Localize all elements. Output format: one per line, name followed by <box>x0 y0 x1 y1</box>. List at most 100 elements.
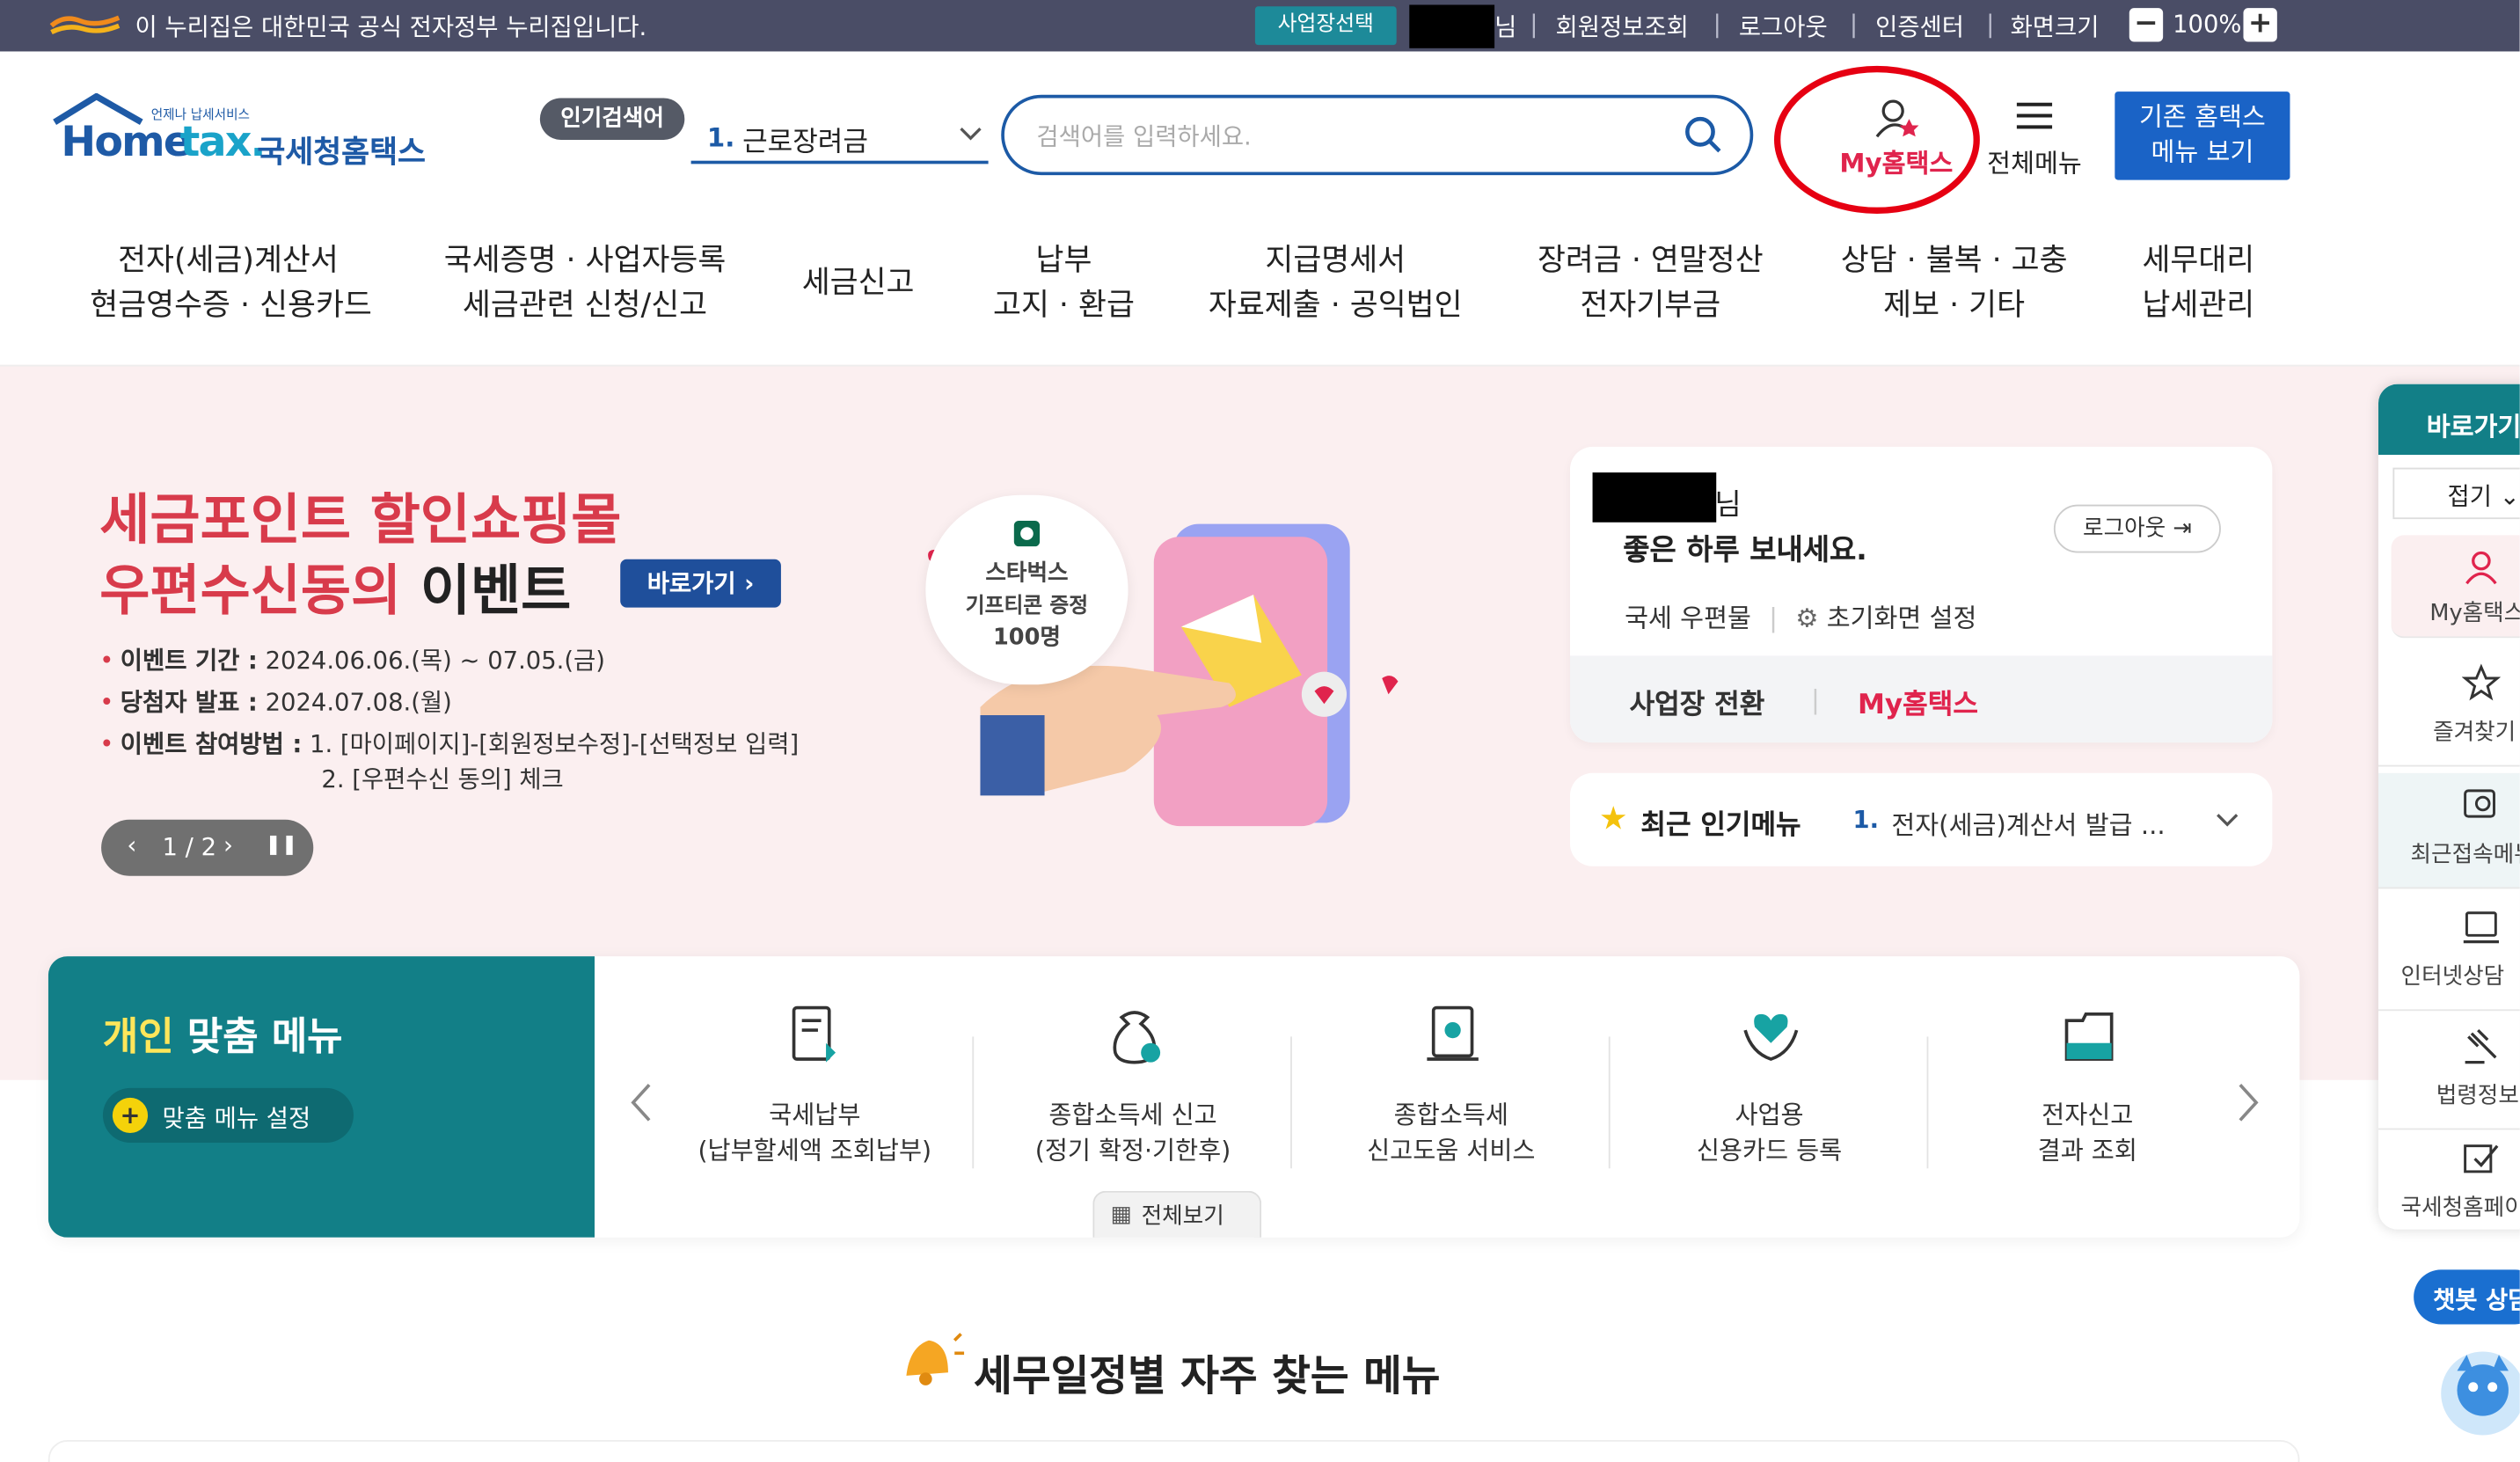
banner-title-line2: 우편수신동의 이벤트 <box>99 546 571 625</box>
chevron-left-icon[interactable] <box>630 1082 653 1124</box>
coffee-cup-icon <box>1013 520 1041 547</box>
quick-label: 법령정보 <box>2436 1083 2519 1109</box>
all-menu-button[interactable]: 전체메뉴 <box>1980 97 2089 180</box>
menu-business-card[interactable]: 사업용 신용카드 등록 <box>1611 1005 1929 1181</box>
quick-item-consult[interactable]: 인터넷상담 <box>2378 895 2520 1012</box>
chevron-down-icon: ⌄ <box>2499 482 2520 511</box>
recent-search-icon <box>2464 789 2495 818</box>
banner-pager: ‹ 1 / 2 › ❚❚ <box>101 819 314 876</box>
menu-income-tax[interactable]: 종합소득세 신고 (정기 확정·기한후) <box>974 1005 1292 1181</box>
hometax-logo[interactable]: 언제나 납세서비스 Home tax. 국세청홈택스 <box>51 92 436 173</box>
chatbot-mascot-icon[interactable] <box>2431 1342 2520 1439</box>
gnb-line1: 상담 · 불복 · 고충 <box>1840 242 2068 279</box>
login-links: 국세 우편물 | ⚙ 초기화면 설정 <box>1625 596 1976 635</box>
gnb-tax-agent[interactable]: 세무대리납세관리 <box>2137 238 2260 327</box>
separator: | <box>1713 9 1721 39</box>
star-icon: ★ <box>1598 799 1628 837</box>
gnb-line2: 제보 · 기타 <box>1883 288 2026 324</box>
gov-notice-bar: 이 누리집은 대한민국 공식 전자정부 누리집입니다. 사업장선택 님 | 회원… <box>0 0 2520 52</box>
gnb-e-invoice[interactable]: 전자(세금)계산서 현금영수증 · 신용카드 <box>90 238 372 327</box>
separator: | <box>1811 684 1820 716</box>
logout-link[interactable]: 로그아웃 <box>1739 10 1828 43</box>
chatbot-button[interactable]: 챗봇 상담 <box>2414 1269 2520 1325</box>
search-input[interactable] <box>1036 117 1647 157</box>
business-select-button[interactable]: 사업장선택 <box>1254 6 1397 46</box>
menu-e-filing-result[interactable]: 전자신고 결과 조회 <box>1928 1005 2246 1181</box>
gnb-line1: 세금신고 <box>801 265 915 301</box>
gnb-line2: 세금관련 신청/신고 <box>462 288 708 324</box>
quick-item-recent[interactable]: 최근접속메뉴 <box>2378 772 2520 889</box>
member-info-link[interactable]: 회원정보조회 <box>1556 10 1689 43</box>
redacted-name <box>1592 472 1717 523</box>
quick-fold-button[interactable]: 접기 ⌄ <box>2392 467 2520 520</box>
switch-business-button[interactable]: 사업장 전환 <box>1630 682 1765 722</box>
next-slide-icon[interactable]: › <box>223 831 233 860</box>
title-rest: 맞춤 메뉴 <box>173 1013 343 1059</box>
user-suffix: 님 <box>1494 12 1517 42</box>
quick-label: My홈택스 <box>2429 601 2520 627</box>
old-menu-button[interactable]: 기존 홈택스 메뉴 보기 <box>2115 91 2290 180</box>
gnb-line2: 자료제출 · 공익법인 <box>1208 288 1463 324</box>
egov-logo-icon <box>49 15 121 35</box>
quick-item-favorites[interactable]: 즐겨찾기 <box>2378 651 2520 767</box>
quick-item-nts-home[interactable]: 국세청홈페이지 <box>2378 1127 2520 1230</box>
pause-icon[interactable]: ❚❚ <box>265 832 297 855</box>
recent-popular-menu[interactable]: ★ 최근 인기메뉴 1. 전자(세금)계산서 발급 ... <box>1569 772 2273 866</box>
my-hometax-link[interactable]: My홈택스 <box>1858 682 1978 722</box>
separator: | <box>1986 9 1995 39</box>
zoom-out-button[interactable]: − <box>2129 7 2164 42</box>
tax-mail-link[interactable]: 국세 우편물 <box>1625 603 1751 633</box>
star-outline-icon <box>2461 663 2501 701</box>
gnb-line2: 현금영수증 · 신용카드 <box>90 288 372 324</box>
method-label: 이벤트 참여방법 : <box>120 729 303 759</box>
quick-menu: 바로가기 접기 ⌄ My홈택스 즐겨찾기 최근접속메뉴 인터넷상담 법령정보 국… <box>2378 384 2520 1230</box>
view-all-button[interactable]: ▦ 전체보기 <box>1092 1190 1262 1238</box>
heart-hands-icon <box>1743 1013 1799 1061</box>
gnb-certificate[interactable]: 국세증명 · 사업자등록 세금관련 신청/신고 <box>443 238 727 327</box>
logout-button[interactable]: 로그아웃 ⇥ <box>2053 504 2221 553</box>
gnb-consulting[interactable]: 상담 · 불복 · 고충제보 · 기타 <box>1838 238 2070 327</box>
gnb-tax-report[interactable]: 세금신고 <box>797 260 919 305</box>
prev-slide-icon[interactable]: ‹ <box>127 831 136 860</box>
menu-label: 사업용 신용카드 등록 <box>1611 1098 1929 1168</box>
quick-item-my-hometax[interactable]: My홈택스 <box>2391 535 2520 639</box>
money-bag-icon <box>1113 1011 1161 1064</box>
gnb-line1: 지급명세서 <box>1265 242 1406 279</box>
gnb-line1: 장려금 · 연말정산 <box>1537 242 1764 279</box>
gnb-payment-statement[interactable]: 지급명세서자료제출 · 공익법인 <box>1209 238 1463 327</box>
period-label: 이벤트 기간 : <box>120 646 258 676</box>
view-all-label: 전체보기 <box>1141 1203 1224 1230</box>
winner-value: 2024.07.08.(월) <box>257 687 452 717</box>
login-bottom-bar: 사업장 전환 | My홈택스 <box>1569 655 2273 743</box>
gnb-incentive[interactable]: 장려금 · 연말정산전자기부금 <box>1533 238 1768 327</box>
popular-search-select[interactable]: 1. 근로장려금 <box>690 109 989 164</box>
method-value1: 1. [마이페이지]-[회원정보수정]-[선택정보 입력] <box>302 729 800 759</box>
recent-popular-label: 최근 인기메뉴 <box>1640 809 1801 843</box>
home-settings-link[interactable]: 초기화면 설정 <box>1827 603 1977 633</box>
screen-size-label: 화면크기 <box>2010 12 2100 42</box>
cert-center-link[interactable]: 인증센터 <box>1875 10 1964 43</box>
settings-label: 맞춤 메뉴 설정 <box>162 1104 311 1134</box>
recent-popular-rank: 1. <box>1852 805 1880 835</box>
quick-item-law[interactable]: 법령정보 <box>2378 1014 2520 1130</box>
gnb-payment[interactable]: 납부 고지 · 환급 <box>990 238 1137 327</box>
zoom-in-button[interactable]: + <box>2243 7 2277 42</box>
chevron-right-icon[interactable] <box>2237 1082 2260 1124</box>
chevron-down-icon <box>960 127 982 141</box>
gnb-line1: 세무대리 <box>2142 242 2255 279</box>
menu-income-tax-help[interactable]: 종합소득세 신고도움 서비스 <box>1292 1005 1611 1181</box>
gnb-line2: 고지 · 환급 <box>993 288 1135 324</box>
gnb-line2: 전자기부금 <box>1580 288 1721 324</box>
winner-label: 당첨자 발표 : <box>120 687 258 717</box>
popular-rank: 1. <box>706 121 735 153</box>
recent-popular-item: 전자(세금)계산서 발급 ... <box>1891 809 2166 841</box>
personal-menu-settings-button[interactable]: + 맞춤 메뉴 설정 <box>102 1087 354 1143</box>
gnb-line2: 납세관리 <box>2142 288 2255 324</box>
banner-title-accent: 우편수신동의 <box>99 559 420 624</box>
banner-period: • 이벤트 기간 : 2024.06.06.(목) ~ 07.05.(금) <box>99 646 605 676</box>
gavel-icon <box>2465 1028 2497 1064</box>
search-icon[interactable] <box>1683 114 1725 157</box>
schedule-menu-card <box>47 1439 2300 1462</box>
banner-go-button[interactable]: 바로가기 › <box>620 559 781 608</box>
menu-tax-payment[interactable]: 국세납부 (납부할세액 조회납부) <box>655 1005 974 1181</box>
